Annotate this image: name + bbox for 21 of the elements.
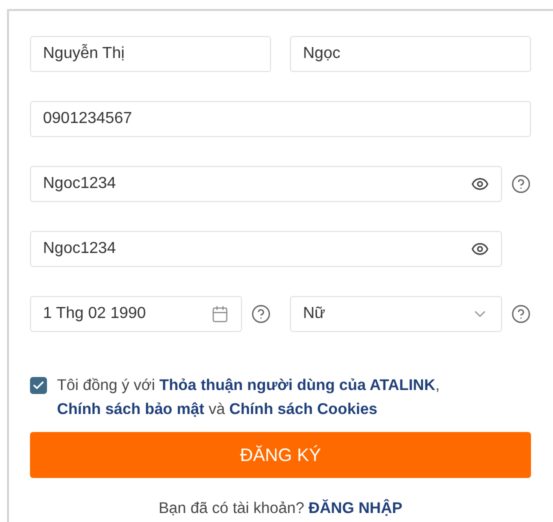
password-field[interactable]: Ngoc1234	[30, 231, 502, 267]
help-icon[interactable]	[251, 304, 271, 324]
password-field[interactable]: Ngoc1234	[30, 166, 502, 202]
calendar-icon[interactable]	[211, 305, 229, 323]
policy-link[interactable]: Chính sách Cookies	[229, 401, 378, 418]
login-prompt: Bạn đã có tài khoản?	[158, 500, 304, 517]
input-field[interactable]: 0901234567	[30, 101, 531, 137]
help-icon[interactable]	[511, 304, 531, 324]
help-icon[interactable]	[511, 174, 531, 194]
policy-link[interactable]: Thỏa thuận người dùng của ATALINK	[159, 377, 436, 394]
gender-select[interactable]: Nữ	[290, 296, 502, 332]
eye-icon[interactable]	[471, 175, 489, 193]
eye-icon[interactable]	[471, 240, 489, 258]
policy-link[interactable]: Chính sách bảo mật	[57, 401, 204, 418]
login-link[interactable]: ĐĂNG NHẬP	[308, 500, 402, 517]
checkmark-icon	[32, 379, 45, 392]
agree-checkbox[interactable]	[30, 377, 47, 394]
input-field[interactable]: Ngọc	[290, 36, 531, 72]
input-field[interactable]: Nguyễn Thị	[30, 36, 271, 72]
date-field[interactable]: 1 Thg 02 1990	[30, 296, 242, 332]
agreement-text: Tôi đồng ý với Thỏa thuận người dùng của ATALINK, Chính sách bảo mật và Chính sách Cookies	[57, 376, 441, 420]
